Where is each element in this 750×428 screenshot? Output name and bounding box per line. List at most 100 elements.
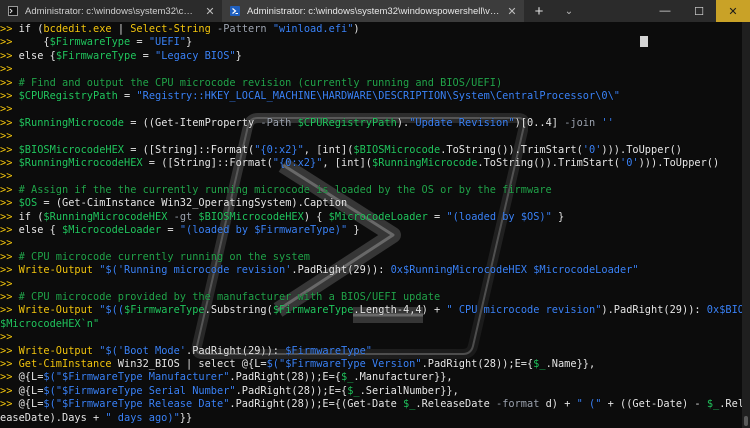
code-token: "$('Running microcode revision': [99, 264, 292, 277]
code-token: }: [235, 49, 242, 62]
code-token: else {: [18, 224, 63, 236]
code-token: '0': [582, 143, 602, 156]
code-token: .PadRight(28));E={(Get-Date: [229, 398, 403, 411]
terminal-line: >> if ($RunningMicrocodeHEX -gt $BIOSMic…: [0, 211, 564, 224]
terminal-line: >>: [0, 237, 12, 250]
terminal-line: >>: [0, 331, 12, 344]
close-button[interactable]: ✕: [716, 0, 750, 22]
code-token: d) +: [545, 398, 577, 411]
code-token: .Manufacturer}},: [353, 371, 453, 384]
tab-cmd[interactable]: Administrator: c:\windows\system32\cmd.e…: [0, 0, 222, 22]
code-token: }: [347, 224, 360, 236]
terminal-line: >> else { $MicrocodeLoader = "(loaded by…: [0, 224, 360, 237]
code-token: }: [551, 210, 565, 223]
terminal-output[interactable]: >> if (bcdedit.exe | Select-String -Patt…: [0, 22, 742, 428]
code-token: |: [111, 23, 131, 35]
code-token: $MicrocodeLoader: [62, 224, 162, 236]
code-token: "Registry::HKEY_LOCAL_MACHINE\HARDWARE\D…: [136, 90, 620, 102]
code-token: '': [601, 116, 614, 129]
code-token: }}: [179, 411, 193, 424]
code-token: Write-Output: [18, 344, 94, 357]
terminal-line: >> if (bcdedit.exe | Select-String -Patt…: [0, 23, 360, 36]
code-token: $FirmwareType: [272, 304, 354, 317]
code-token: "winload.efi": [272, 23, 354, 35]
code-token: "$((: [99, 304, 125, 317]
code-token: >>: [0, 183, 19, 196]
minimize-button[interactable]: —: [648, 0, 682, 22]
new-tab-button[interactable]: +: [524, 0, 554, 22]
code-token: =: [117, 90, 137, 102]
code-token: ).: [396, 116, 410, 129]
code-token: 0x$BIO: [706, 304, 742, 317]
code-token: # Find and output the CPU microcode revi…: [18, 76, 503, 89]
code-token: >>: [0, 36, 44, 49]
terminal-line: >>: [0, 130, 12, 143]
code-token: $("$FirmwareType Serial Number": [43, 384, 236, 397]
tab-close-button[interactable]: ✕: [506, 5, 518, 18]
scrollbar-thumb[interactable]: [744, 416, 748, 426]
code-token: if (: [18, 210, 44, 223]
code-token: >>: [0, 76, 19, 89]
code-token: >>: [0, 170, 13, 183]
terminal-line: >> @{L=$("$FirmwareType Release Date".Pa…: [0, 398, 742, 411]
code-token: ) {: [303, 210, 329, 223]
terminal-line: $MicrocodeHEX`n": [0, 318, 99, 331]
code-token: >>: [0, 398, 19, 411]
code-token: $_: [706, 398, 720, 411]
terminal-line: >> $OS = (Get-CimInstance Win32_Operatin…: [0, 197, 347, 210]
code-token: $("$FirmwareType Version": [266, 358, 422, 370]
code-token: .ToString()).TrimStart(: [440, 143, 583, 156]
code-token: ))).ToUpper(): [638, 157, 720, 169]
code-token: $CPURegistryPath: [18, 90, 118, 102]
code-token: .ReleaseDate: [415, 398, 490, 411]
code-token: )[0..4]: [514, 116, 558, 129]
terminal-line: >>: [0, 63, 12, 76]
terminal-line: >> $RunningMicrocode = ((Get-ItemPropert…: [0, 117, 614, 130]
code-token: .PadRight(28));E={: [421, 358, 534, 370]
code-token: $BIOSMicrocodeHEX: [198, 210, 304, 223]
terminal-line: >>: [0, 103, 12, 116]
code-token: =: [161, 224, 180, 236]
code-token: ))).ToUpper(): [601, 143, 682, 156]
terminal-line: easeDate).Days + " days ago)"}}: [0, 412, 192, 425]
terminal-line: >> # CPU microcode provided by the manuf…: [0, 291, 440, 304]
code-token: " CPU microcode revision": [446, 304, 602, 317]
maximize-button[interactable]: ☐: [682, 0, 716, 22]
code-token: "Update Revision": [409, 116, 515, 129]
tab-close-button[interactable]: ✕: [204, 5, 216, 18]
code-token: .PadRight(29)):: [186, 344, 286, 357]
code-token: -Pattern: [210, 23, 273, 35]
vertical-scrollbar[interactable]: [742, 22, 750, 428]
code-token: >>: [0, 344, 19, 357]
code-token: Write-Output: [18, 304, 94, 317]
code-token: $MicrocodeLoader: [328, 210, 428, 223]
code-token: $BIOSMicrocodeHEX: [18, 143, 124, 156]
code-token: .Substring(: [204, 304, 273, 317]
code-token: # CPU microcode currently running on the…: [18, 250, 310, 263]
terminal-line: >> Write-Output "$(($FirmwareType.Substr…: [0, 304, 742, 317]
code-token: "UEFI": [148, 36, 187, 49]
code-token: $("$FirmwareType Manufacturer": [43, 371, 230, 384]
code-token: .Rel: [719, 398, 742, 411]
code-token: .PadRight(29)):: [291, 264, 391, 277]
code-token: "(loaded by $FirmwareType)": [179, 224, 348, 236]
code-token: >>: [0, 384, 19, 397]
code-token: >>: [0, 130, 13, 143]
code-token: >>: [0, 358, 19, 370]
code-token: 0x$RunningMicrocodeHEX $MicrocodeLoader": [390, 264, 639, 277]
code-token: $MicrocodeHEX`n": [0, 317, 100, 330]
code-token: Win32_BIOS | select @{L=: [111, 358, 267, 370]
tab-dropdown-button[interactable]: ⌄: [554, 0, 584, 22]
code-token: $_: [533, 358, 546, 370]
tab-powershell[interactable]: Administrator: c:\windows\system32\windo…: [222, 0, 524, 22]
code-token: '0': [620, 157, 639, 169]
code-token: .Length-4,4) +: [353, 304, 447, 317]
code-token: else {: [18, 49, 56, 62]
code-token: ): [353, 23, 360, 35]
code-token: , [int](: [322, 157, 373, 169]
code-token: = ([String]::Format(: [124, 143, 255, 156]
code-token: "{0:x2}": [272, 157, 323, 169]
code-token: .Name}},: [545, 358, 596, 370]
code-token: =: [136, 49, 156, 62]
code-token: $FirmwareType: [124, 304, 205, 317]
